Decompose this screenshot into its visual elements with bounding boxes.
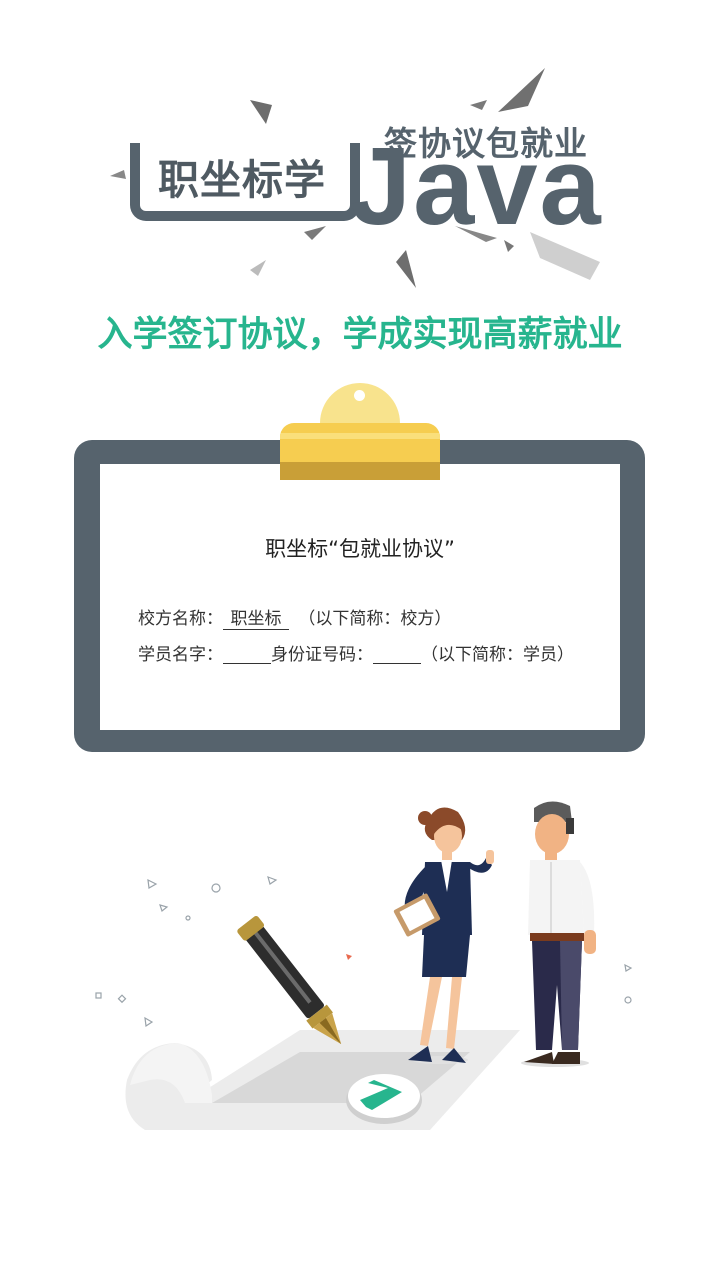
logo-chinese-text: 职坐标学 [158,156,326,204]
school-note: （以下简称：校方） [298,609,452,629]
student-name-blank [223,645,271,664]
school-line: 校方名称： 职坐标 （以下简称：校方） [138,604,451,630]
signing-illustration [95,801,633,1130]
clip-base [280,423,440,480]
logo: 职坐标学 签协议包就业 Java [0,0,720,300]
businessman-figure [521,801,596,1067]
agreement-paper [100,464,620,730]
student-line: 学员名字： 身份证号码： （以下简称：学员） [138,640,574,665]
agreement-title: 职坐标“包就业协议” [265,537,455,561]
id-number-blank [373,645,421,664]
student-note: （以下简称：学员） [421,645,574,665]
school-label: 校方名称： [138,609,223,629]
chevron-right-icon [346,1074,422,1124]
tagline: 入学签订协议，学成实现高薪就业 [97,315,623,355]
clip-hole [354,390,365,401]
logo-java-text: Java [350,125,603,248]
id-label: 身份证号码： [271,645,373,665]
businesswoman-figure [393,807,494,1064]
school-value: 职坐标 [223,609,289,630]
pen-icon [237,915,342,1045]
student-label: 学员名字： [138,645,223,665]
